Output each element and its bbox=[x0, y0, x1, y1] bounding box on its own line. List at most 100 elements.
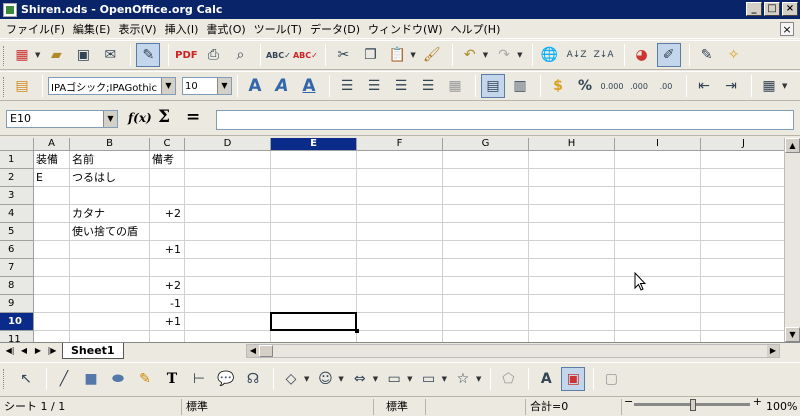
menu-format[interactable]: 書式(O) bbox=[204, 21, 251, 37]
sort-descending-icon[interactable]: Z↓A bbox=[592, 43, 616, 67]
text-icon[interactable]: T bbox=[160, 367, 184, 391]
italic-icon[interactable]: A bbox=[270, 74, 294, 98]
show-draw-functions-icon[interactable]: ✐ bbox=[656, 43, 681, 67]
font-size-dropdown-icon[interactable]: ▼ bbox=[217, 78, 231, 94]
merge-cells-icon[interactable]: ▦ bbox=[443, 74, 467, 98]
basic-shapes-icon[interactable]: ◇ bbox=[279, 367, 303, 391]
cell-b4[interactable]: カタナ bbox=[72, 205, 148, 222]
row-header-10[interactable]: 10 bbox=[0, 313, 34, 331]
callouts-icon[interactable]: 💬 bbox=[214, 367, 238, 391]
column-header-b[interactable]: B bbox=[70, 138, 150, 151]
column-header-f[interactable]: F bbox=[357, 138, 443, 151]
horizontal-scroll-thumb[interactable] bbox=[259, 345, 273, 357]
percent-icon[interactable]: % bbox=[573, 74, 597, 98]
function-wizard-button[interactable]: f(x) bbox=[128, 111, 152, 125]
cell-align-icon[interactable]: ▥ bbox=[508, 74, 532, 98]
align-right-icon[interactable]: ☰ bbox=[389, 74, 413, 98]
cell-c10[interactable]: +1 bbox=[152, 313, 183, 330]
column-header-h[interactable]: H bbox=[529, 138, 615, 151]
from-file-icon[interactable]: ▣ bbox=[561, 366, 586, 391]
font-name-dropdown-icon[interactable]: ▼ bbox=[161, 78, 175, 94]
autospellcheck-icon[interactable]: ABC✓ bbox=[293, 43, 318, 67]
navigator-icon[interactable]: ✎ bbox=[695, 43, 719, 67]
menu-data[interactable]: データ(D) bbox=[308, 21, 366, 37]
row-header-7[interactable]: 7 bbox=[0, 259, 34, 277]
cell-c8[interactable]: +2 bbox=[152, 277, 183, 294]
first-sheet-icon[interactable]: ◀| bbox=[4, 345, 16, 357]
currency-icon[interactable]: $ bbox=[546, 74, 570, 98]
cell-b2[interactable]: つるはし bbox=[72, 169, 148, 186]
cell-a2[interactable]: E bbox=[36, 169, 68, 186]
vertical-text-icon[interactable]: ⊢ bbox=[187, 367, 211, 391]
chart-icon[interactable]: ◕ bbox=[630, 43, 654, 67]
row-header-4[interactable]: 4 bbox=[0, 205, 34, 223]
flowcharts-icon[interactable]: ▭ bbox=[382, 367, 406, 391]
delete-decimal-icon[interactable]: .00 bbox=[654, 74, 678, 98]
menu-window[interactable]: ウィンドウ(W) bbox=[366, 21, 448, 37]
stars-icon[interactable]: ☆ bbox=[451, 367, 475, 391]
font-name-combo[interactable]: IPAゴシック;IPAGothic ▼ bbox=[48, 77, 176, 95]
select-pointer-icon[interactable]: ↖ bbox=[14, 367, 38, 391]
hyperlink-icon[interactable]: 🌐 bbox=[538, 43, 562, 67]
export-pdf-icon[interactable]: PDF bbox=[174, 43, 198, 67]
sheet-tab-sheet1[interactable]: Sheet1 bbox=[62, 343, 124, 359]
ellipse-icon[interactable]: ⬬ bbox=[106, 367, 130, 391]
line-icon[interactable]: ╱ bbox=[52, 367, 76, 391]
last-sheet-icon[interactable]: |▶ bbox=[46, 345, 58, 357]
decrease-indent-icon[interactable]: ⇤ bbox=[692, 74, 716, 98]
bold-icon[interactable]: A bbox=[243, 74, 267, 98]
cut-icon[interactable]: ✂ bbox=[331, 43, 355, 67]
cell-a1[interactable]: 装備 bbox=[36, 151, 68, 168]
column-header-d[interactable]: D bbox=[185, 138, 271, 151]
menu-insert[interactable]: 挿入(I) bbox=[163, 21, 205, 37]
insert-mode[interactable]: 標準 bbox=[374, 399, 426, 415]
row-header-9[interactable]: 9 bbox=[0, 295, 34, 313]
vertical-scrollbar[interactable]: ▲ ▼ bbox=[784, 138, 800, 342]
wrap-text-icon[interactable]: ▤ bbox=[481, 74, 505, 98]
underline-icon[interactable]: A bbox=[297, 74, 321, 98]
edit-file-icon[interactable]: ✎ bbox=[136, 43, 161, 67]
column-header-i[interactable]: I bbox=[615, 138, 701, 151]
page-style[interactable]: 標準 bbox=[182, 399, 374, 415]
points-icon[interactable]: ⬠ bbox=[496, 367, 520, 391]
callout-shapes-icon[interactable]: ▭ bbox=[417, 367, 441, 391]
email-document-icon[interactable]: ✉ bbox=[98, 43, 122, 67]
vertical-callouts-icon[interactable]: ☊ bbox=[241, 367, 265, 391]
sum-display[interactable]: 合計=0 bbox=[526, 399, 622, 415]
menu-file[interactable]: ファイル(F) bbox=[4, 21, 71, 37]
new-document-icon[interactable]: ▦ bbox=[10, 43, 34, 67]
font-size-combo[interactable]: 10 ▼ bbox=[182, 77, 232, 95]
justify-icon[interactable]: ☰ bbox=[416, 74, 440, 98]
row-header-1[interactable]: 1 bbox=[0, 151, 34, 169]
print-icon[interactable]: ⎙ bbox=[201, 43, 225, 67]
column-header-g[interactable]: G bbox=[443, 138, 529, 151]
row-header-5[interactable]: 5 bbox=[0, 223, 34, 241]
rectangle-icon[interactable]: ■ bbox=[79, 367, 103, 391]
formula-input[interactable] bbox=[216, 110, 794, 130]
column-header-a[interactable]: A bbox=[34, 138, 70, 151]
column-header-e[interactable]: E bbox=[271, 138, 357, 151]
menu-tools[interactable]: ツール(T) bbox=[252, 21, 308, 37]
scroll-left-icon[interactable]: ◀ bbox=[247, 345, 259, 357]
row-header-3[interactable]: 3 bbox=[0, 187, 34, 205]
row-header-6[interactable]: 6 bbox=[0, 241, 34, 259]
menu-help[interactable]: ヘルプ(H) bbox=[449, 21, 507, 37]
scroll-up-icon[interactable]: ▲ bbox=[785, 138, 800, 153]
undo-icon[interactable]: ↶ bbox=[458, 43, 482, 67]
cell-c6[interactable]: +1 bbox=[152, 241, 183, 258]
borders-icon[interactable]: ▦ bbox=[757, 74, 781, 98]
number-format-icon[interactable]: 0.000 bbox=[600, 74, 624, 98]
sort-ascending-icon[interactable]: A↓Z bbox=[565, 43, 589, 67]
prev-sheet-icon[interactable]: ◀ bbox=[18, 345, 30, 357]
scroll-right-icon[interactable]: ▶ bbox=[767, 345, 779, 357]
open-folder-icon[interactable]: ▰ bbox=[44, 43, 68, 67]
zoom-level[interactable]: 100% bbox=[762, 399, 800, 415]
select-all-corner[interactable] bbox=[0, 138, 34, 151]
row-header-11[interactable]: 11 bbox=[0, 331, 34, 342]
increase-indent-icon[interactable]: ⇥ bbox=[719, 74, 743, 98]
paste-icon[interactable]: 📋 bbox=[385, 43, 409, 67]
spellcheck-icon[interactable]: ABC✓ bbox=[266, 43, 291, 67]
cell-c4[interactable]: +2 bbox=[152, 205, 183, 222]
row-header-2[interactable]: 2 bbox=[0, 169, 34, 187]
next-sheet-icon[interactable]: ▶ bbox=[32, 345, 44, 357]
